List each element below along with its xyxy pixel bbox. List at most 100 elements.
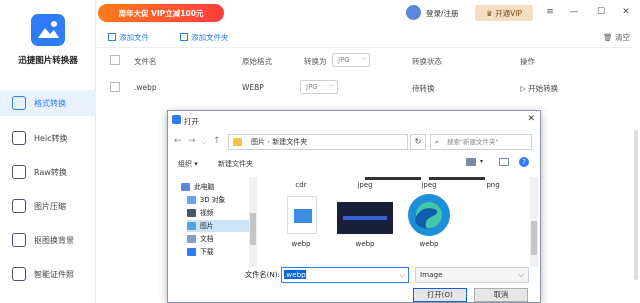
minimize-icon[interactable]: —: [568, 6, 580, 18]
select-all-checkbox[interactable]: [110, 55, 120, 65]
folder-icon: [233, 138, 242, 146]
file-item-webp-2[interactable]: webp: [337, 240, 393, 248]
tree-scrollbar[interactable]: [249, 177, 257, 267]
screenshot-thumbnail[interactable]: [337, 202, 393, 234]
sidebar-item-label: 智能证件照: [34, 270, 74, 279]
cube-icon: [187, 196, 196, 204]
image-file-icon[interactable]: [287, 196, 317, 234]
add-file-icon: [108, 33, 116, 41]
search-icon: ⌕: [435, 138, 439, 146]
start-convert-button[interactable]: ▷ 开始转换: [520, 83, 558, 94]
organize-menu[interactable]: 组织 ▾: [178, 159, 198, 169]
sidebar-item-label: 格式转换: [34, 99, 66, 108]
folder-search-input[interactable]: ⌕ 搜索"新建文件夹": [430, 134, 532, 150]
col-original-format: 原始格式: [242, 57, 272, 66]
crown-icon: ♛: [486, 8, 496, 18]
filename-chevron-icon[interactable]: ⌵: [400, 268, 405, 282]
main-scrollbar[interactable]: [632, 26, 640, 303]
raw-icon: [12, 165, 26, 179]
tree-item-downloads[interactable]: 下载: [187, 246, 256, 258]
sidebar-item-raw[interactable]: Raw转换: [0, 159, 96, 185]
new-folder-button[interactable]: 新建文件夹: [218, 159, 253, 169]
file-item-png[interactable]: png: [465, 181, 521, 189]
maximize-icon[interactable]: ☐: [595, 6, 607, 18]
file-item-webp-3[interactable]: webp: [401, 240, 457, 248]
file-item-webp-1[interactable]: webp: [273, 240, 329, 248]
vip-button[interactable]: ♛ 开通VIP: [475, 5, 533, 21]
download-icon: [187, 248, 196, 256]
sidebar-item-format-convert[interactable]: 格式转换: [0, 90, 96, 116]
pictures-icon: [187, 222, 196, 230]
filename-label: 文件名(N):: [245, 270, 280, 279]
file-item-jpeg-2[interactable]: jpeg: [401, 181, 457, 189]
tree-scroll-thumb[interactable]: [250, 213, 256, 245]
dialog-close-icon[interactable]: ✕: [527, 114, 535, 124]
tree-item-this-pc[interactable]: 此电脑: [181, 181, 255, 193]
preview-pane-icon[interactable]: [499, 158, 509, 166]
row-target-select[interactable]: JPG: [300, 79, 338, 94]
tree-item-documents[interactable]: 文档: [187, 233, 256, 245]
convert-all-select[interactable]: JPG: [332, 52, 370, 67]
menu-icon[interactable]: ≡: [544, 6, 556, 18]
filetype-value: Image: [420, 270, 443, 279]
sidebar-item-label: Raw转换: [34, 168, 67, 177]
avatar-icon[interactable]: [406, 5, 421, 20]
address-bar[interactable]: 图片 › 新建文件夹: [228, 134, 408, 150]
view-chevron-icon[interactable]: ▾: [480, 158, 483, 165]
image-thumb-icon: [294, 209, 312, 223]
file-grid: cdr jpeg jpeg png webp webp webp: [261, 177, 531, 267]
add-file-button[interactable]: 添加文件: [108, 32, 149, 43]
table-row[interactable]: .webp WEBP JPG 待转换 ▷ 开始转换: [96, 74, 640, 100]
promo-banner[interactable]: 周年大促 VIP立减100元: [98, 4, 224, 22]
cancel-button[interactable]: 取消: [474, 288, 528, 302]
tree-item-label: 视频: [200, 209, 214, 217]
id-photo-icon: [12, 267, 26, 281]
dialog-title: 打开: [184, 117, 199, 126]
main-scroll-thumb[interactable]: [634, 130, 638, 280]
sidebar-item-compress[interactable]: 图片压缩: [0, 193, 96, 219]
add-folder-button[interactable]: 添加文件夹: [180, 32, 229, 43]
tree-item-pictures[interactable]: 图片: [187, 220, 256, 232]
sidebar-item-id-photo[interactable]: 智能证件照: [0, 261, 96, 287]
back-icon[interactable]: ←: [174, 136, 182, 146]
filetype-select[interactable]: Image ⌵: [415, 267, 529, 283]
refresh-icon[interactable]: ↻: [410, 134, 426, 150]
tree-item-label: 图片: [200, 222, 214, 230]
tree-item-3d-objects[interactable]: 3D 对象: [187, 194, 256, 206]
breadcrumb-pictures[interactable]: 图片: [251, 138, 265, 146]
open-button[interactable]: 打开(O): [413, 288, 467, 302]
up-icon[interactable]: ↑: [213, 136, 221, 146]
help-icon[interactable]: ?: [519, 157, 529, 167]
login-link[interactable]: 登录/注册: [426, 8, 459, 19]
computer-icon: [181, 183, 190, 191]
sidebar-item-heic[interactable]: Heic转换: [0, 125, 96, 151]
file-item-jpeg-1[interactable]: jpeg: [337, 181, 393, 189]
file-item-cdr[interactable]: cdr: [273, 181, 329, 189]
edge-logo-icon[interactable]: [401, 191, 457, 239]
breadcrumb-new-folder[interactable]: 新建文件夹: [272, 138, 307, 146]
search-placeholder: 搜索"新建文件夹": [447, 138, 499, 146]
thumbnail-strip: [365, 177, 421, 180]
files-scroll-thumb[interactable]: [531, 221, 537, 255]
filename-input[interactable]: .webp ⌵: [281, 267, 409, 283]
document-icon: [187, 235, 196, 243]
thumbnail-strip: [429, 177, 485, 180]
clear-button[interactable]: 🗑 清空: [603, 32, 630, 43]
sidebar-item-cutout[interactable]: 抠图换背景: [0, 227, 96, 253]
filename-value: .webp: [284, 270, 306, 279]
video-icon: [187, 209, 196, 217]
col-convert-to: 转换为: [304, 57, 327, 66]
sidebar-item-label: 图片压缩: [34, 202, 66, 211]
tree-item-videos[interactable]: 视频: [187, 207, 256, 219]
history-chevron-icon[interactable]: ⌵: [201, 138, 206, 147]
dialog-app-icon: [172, 115, 181, 124]
forward-icon[interactable]: →: [188, 136, 196, 146]
add-folder-label: 添加文件夹: [191, 33, 229, 42]
row-status: 待转换: [412, 84, 435, 93]
col-action: 操作: [520, 57, 535, 66]
close-icon[interactable]: ✕: [620, 6, 632, 18]
row-checkbox[interactable]: [110, 82, 120, 92]
files-scrollbar[interactable]: [530, 177, 538, 267]
view-options-icon[interactable]: [466, 158, 476, 166]
sidebar-item-label: 抠图换背景: [34, 236, 74, 245]
